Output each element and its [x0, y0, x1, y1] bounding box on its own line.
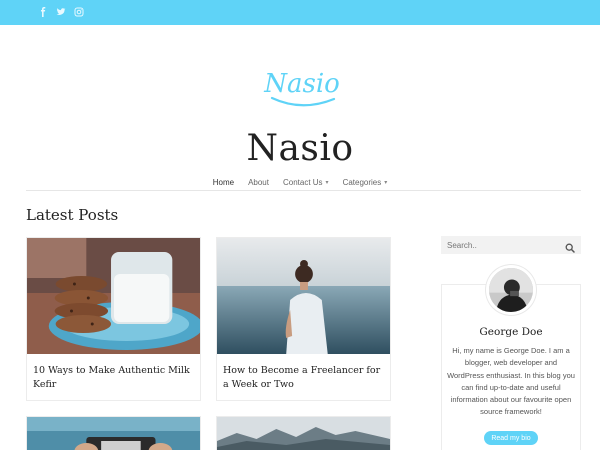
site-logo[interactable]: Nasio: [262, 64, 342, 112]
twitter-icon[interactable]: [56, 6, 66, 18]
social-links: [38, 6, 84, 18]
section-title: Latest Posts: [26, 206, 119, 224]
search-input[interactable]: [447, 240, 557, 250]
post-thumbnail-mountains[interactable]: [217, 417, 390, 450]
post-card[interactable]: [26, 416, 201, 450]
top-bar: [0, 0, 600, 25]
site-title[interactable]: Nasio: [0, 128, 600, 169]
post-title[interactable]: How to Become a Freelancer for a Week or…: [217, 354, 390, 402]
author-bio: Hi, my name is George Doe. I am a blogge…: [447, 346, 575, 417]
nav-item-label: About: [248, 178, 269, 187]
facebook-icon[interactable]: [38, 6, 48, 18]
nav-item-label: Categories: [342, 178, 382, 187]
search-box: [441, 236, 581, 254]
nav-item-categories[interactable]: Categories ▾: [343, 178, 388, 187]
post-card[interactable]: How to Become a Freelancer for a Week or…: [216, 237, 391, 401]
avatar: [486, 265, 536, 315]
read-bio-button[interactable]: Read my bio: [484, 431, 538, 445]
post-thumbnail-freelancer[interactable]: [217, 238, 390, 354]
post-thumbnail-kefir[interactable]: [27, 238, 200, 354]
post-title[interactable]: 10 Ways to Make Authentic Milk Kefir: [27, 354, 200, 402]
author-name: George Doe: [479, 326, 543, 338]
post-thumbnail-camera[interactable]: [27, 417, 200, 450]
search-icon[interactable]: [565, 240, 575, 253]
main-nav: Home About Contact Us ▾ Categories ▾: [0, 178, 600, 187]
post-card[interactable]: 10 Ways to Make Authentic Milk Kefir: [26, 237, 201, 401]
nav-item-about[interactable]: About: [248, 178, 269, 187]
logo-text: Nasio: [263, 69, 340, 99]
nav-item-label: Home: [212, 178, 235, 187]
post-card[interactable]: [216, 416, 391, 450]
caret-down-icon: ▾: [384, 180, 388, 186]
instagram-icon[interactable]: [74, 6, 84, 18]
nav-item-contact-us[interactable]: Contact Us ▾: [283, 178, 329, 187]
nav-item-home[interactable]: Home: [213, 178, 234, 187]
caret-down-icon: ▾: [325, 180, 329, 186]
nav-divider: [26, 190, 581, 191]
nav-item-label: Contact Us: [282, 178, 323, 187]
